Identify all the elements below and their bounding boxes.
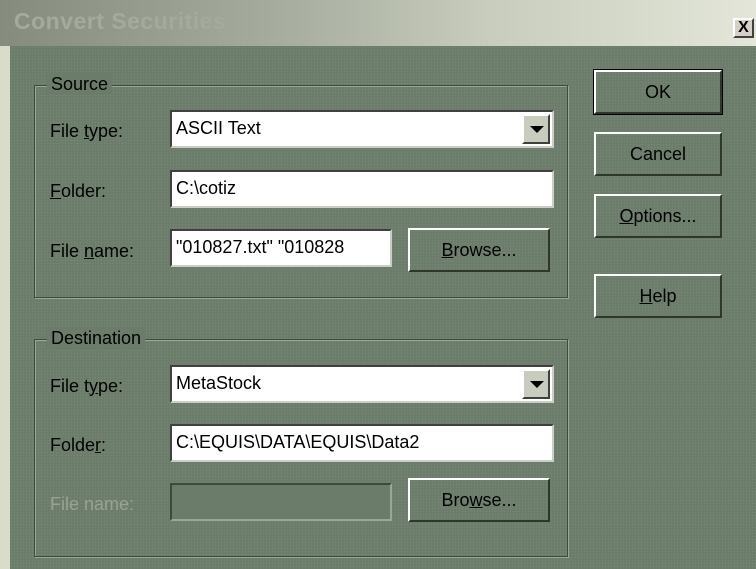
ok-button[interactable]: OK [593,69,723,115]
source-file-name-input[interactable]: "010827.txt" "010828 [170,229,392,267]
help-button[interactable]: Help [594,274,722,318]
source-file-name-label: File name: [50,241,135,261]
help-label: Help [639,285,677,306]
destination-browse-button[interactable]: Browse... [408,478,550,522]
convert-securities-dialog: Convert Securities X Source File type: A… [0,0,756,569]
source-file-name-value: "010827.txt" "010828 [176,237,345,257]
title-bar[interactable]: Convert Securities X [0,0,756,46]
source-group-label: Source [47,73,113,95]
cancel-label: Cancel [629,143,687,164]
close-button[interactable]: X [733,18,754,38]
destination-browse-label: Browse... [441,489,517,510]
dialog-client-area: Source File type: ASCII Text Folder: C:\… [10,46,756,569]
options-button[interactable]: Options... [594,194,722,238]
destination-group-label: Destination [47,327,146,349]
source-browse-button[interactable]: Browse... [408,228,550,272]
destination-file-name-input [170,483,392,521]
source-file-type-label: File type: [50,121,124,141]
cancel-button[interactable]: Cancel [594,132,722,176]
source-folder-label: Folder: [50,181,107,201]
destination-file-type-label: File type: [50,376,124,396]
destination-folder-value: C:\EQUIS\DATA\EQUIS\Data2 [176,432,420,452]
source-folder-input[interactable]: C:\cotiz [170,170,554,208]
source-browse-label: Browse... [441,239,517,260]
ok-label: OK [644,81,671,102]
destination-file-type-select[interactable]: MetaStock [170,365,554,403]
destination-folder-input[interactable]: C:\EQUIS\DATA\EQUIS\Data2 [170,424,554,462]
destination-file-type-value: MetaStock [176,373,262,393]
window-title: Convert Securities [14,8,227,34]
destination-folder-label: Folder: [50,435,107,455]
options-label: Options... [619,205,697,226]
source-file-type-select[interactable]: ASCII Text [170,110,554,148]
chevron-down-icon[interactable] [522,369,550,399]
close-icon: X [738,19,749,36]
destination-file-name-label: File name: [50,494,135,514]
source-file-type-value: ASCII Text [176,118,261,138]
chevron-down-icon[interactable] [522,114,550,144]
source-folder-value: C:\cotiz [176,178,237,198]
